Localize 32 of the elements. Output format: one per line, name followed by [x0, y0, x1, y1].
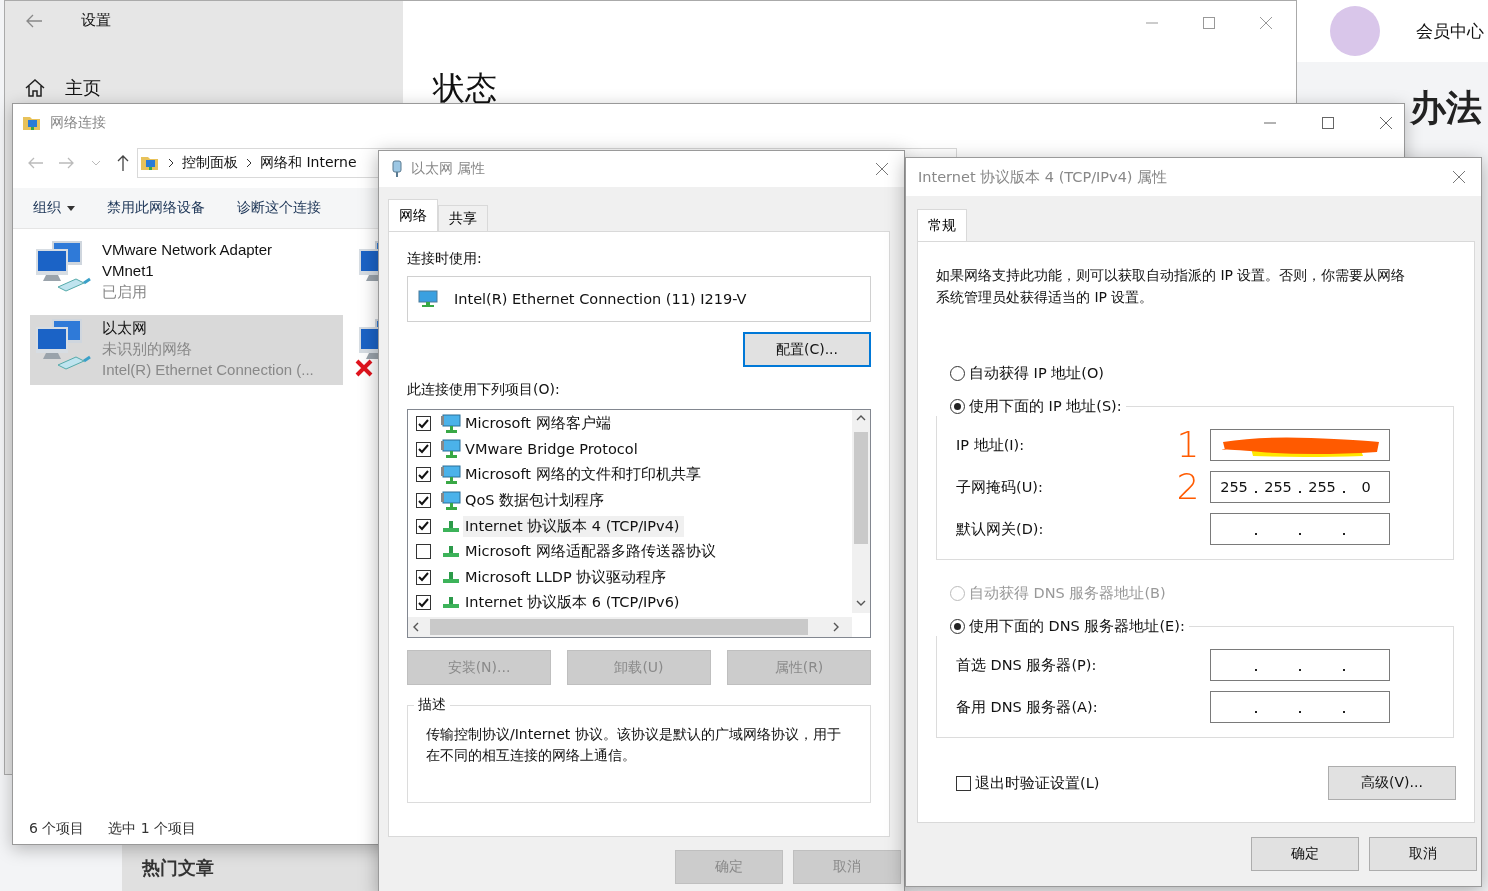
checkbox-label: 退出时验证设置(L) [975, 773, 1100, 793]
radio-label: 自动获得 IP 地址(O) [969, 364, 1104, 383]
group-label: 描述 [414, 696, 450, 714]
section-heading: 热门文章 [122, 845, 378, 891]
section-label: 连接时使用: [407, 250, 483, 268]
annotation-number: 1 [1176, 424, 1200, 465]
radio-label: 自动获得 DNS 服务器地址(B) [969, 584, 1166, 603]
adapter-name: 以太网 [102, 318, 148, 338]
window-title: 设置 [81, 11, 111, 30]
adapter-field: Intel(R) Ethernet Connection (11) I219-V [407, 276, 871, 322]
field-label: 首选 DNS 服务器(P): [956, 655, 1098, 675]
page-title: 状态 [433, 68, 498, 109]
adapter-name: VMware Network Adapter VMnet1 [102, 240, 274, 281]
field-label: 默认网关(D): [956, 519, 1045, 539]
field-label: 备用 DNS 服务器(A): [956, 697, 1099, 717]
article-heading: 办法 [1410, 86, 1482, 130]
description-text: 传输控制协议/Internet 协议。该协议是默认的广域网络协议，用于在不同的相互连接的网络上通信。 [426, 725, 842, 765]
radio-label: 使用下面的 IP 地址(S): [969, 397, 1122, 416]
field-label: IP 地址(I): [956, 435, 1026, 455]
radio-label: 使用下面的 DNS 服务器地址(E): [969, 617, 1185, 636]
dialog-title: Internet 协议版本 4 (TCP/IPv4) 属性 [918, 167, 1168, 187]
section-label: 此连接使用下列项目(O): [407, 381, 561, 399]
adapter-device: Intel(R) Ethernet Connection (... [102, 360, 314, 380]
adapter-status: 已启用 [102, 282, 148, 302]
status-text: 6 个项目 [29, 820, 85, 838]
intro-text: 如果网络支持此功能，则可以获取自动指派的 IP 设置。否则，你需要从网络系统管理员处获得适当的 IP 设置。 [936, 266, 1406, 307]
status-text: 选中 1 个项目 [108, 820, 197, 838]
annotation-number: 2 [1176, 466, 1200, 507]
window-title: 网络连接 [50, 114, 106, 132]
adapter-status: 未识别的网络 [102, 339, 193, 359]
field-label: 子网掩码(U): [956, 477, 1044, 497]
dialog-title: 以太网 属性 [411, 160, 486, 178]
